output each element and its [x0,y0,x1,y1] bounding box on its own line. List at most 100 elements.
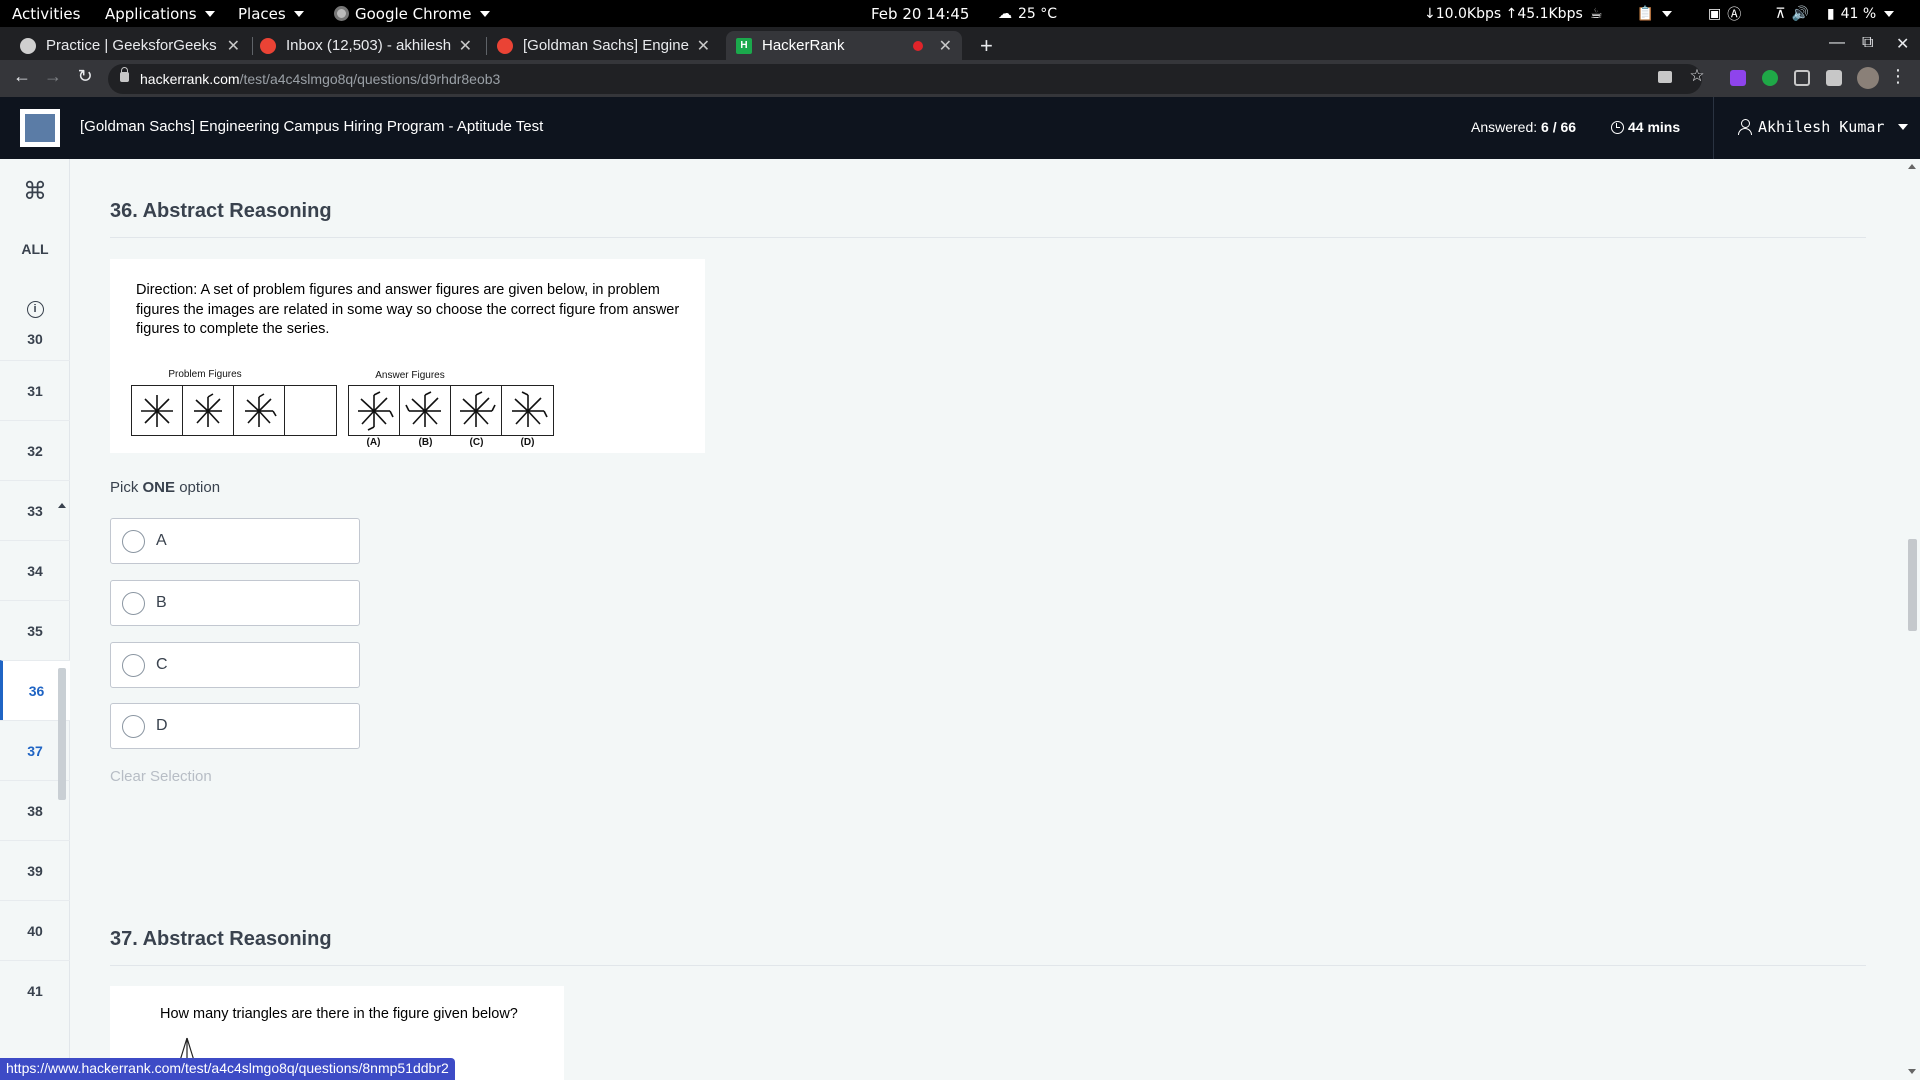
kebab-menu-icon[interactable]: ⋮ [1886,66,1910,87]
question-37-text: How many triangles are there in the figu… [160,1006,518,1022]
sidebar-scrollbar[interactable] [58,668,66,800]
info-icon: i [26,301,44,318]
window-close-icon[interactable]: ✕ [1896,34,1909,54]
forward-icon[interactable]: → [41,66,65,87]
clear-selection-link[interactable]: Clear Selection [110,768,212,785]
problem-figure-1 [132,386,183,435]
extension-purple-icon[interactable] [1730,70,1746,86]
app-name: Google Chrome [355,4,472,23]
sidebar-question-34[interactable]: 34 [0,540,70,600]
close-icon[interactable]: ✕ [227,36,240,56]
puzzle-icon[interactable] [1826,70,1842,86]
weather-indicator[interactable]: ☁ 25 °C [998,0,1057,27]
network-speed-text: ↓10.0Kbps ↑45.1Kbps [1424,5,1583,22]
chevron-down-icon [1884,10,1895,17]
network-icon[interactable]: ⊼ [1775,6,1785,22]
sidebar-question-40[interactable]: 40 [0,900,70,960]
option-label: B [156,594,167,611]
page-scrollbar[interactable] [1900,159,1920,1080]
radio-button[interactable] [122,529,145,553]
sidebar-question-41[interactable]: 41 [0,960,70,1020]
applications-menu[interactable]: Applications [105,0,215,27]
coffee-icon[interactable]: ☕ [1590,6,1603,22]
network-speed: ↓10.0Kbps ↑45.1Kbps [1424,0,1583,27]
chevron-down-icon [1662,10,1672,17]
url-host: hackerrank.com [140,71,240,87]
back-icon[interactable]: ← [10,66,34,87]
answered-value: 6 / 66 [1541,119,1577,135]
option-a[interactable]: A [110,518,360,564]
sidebar-question-30[interactable]: 30 [0,329,70,359]
tab-title: Inbox (12,503) - akhileshd [286,37,451,54]
tab-strip: Practice | GeeksforGeeks | ✕ Inbox (12,5… [0,27,1920,60]
scrollbar-thumb[interactable] [1908,539,1917,631]
question-number: 31 [27,382,43,399]
clock-text: Feb 20 14:45 [871,4,970,23]
profile-avatar[interactable] [1857,67,1879,89]
all-label: ALL [21,241,49,257]
pick-bold: ONE [142,479,176,496]
tab-gmail-inbox[interactable]: Inbox (12,503) - akhileshd ✕ [250,31,482,60]
close-icon[interactable]: ✕ [459,36,472,56]
timer: 44 mins [1611,119,1680,135]
plus-icon: + [980,32,993,58]
tab-hackerrank[interactable]: H HackerRank ✕ [726,31,962,60]
workspace-1-icon[interactable]: ▣ [1708,6,1721,22]
question-panel: 36. Abstract Reasoning Direction: A set … [70,159,1900,1080]
all-questions-button[interactable]: ALL [0,241,70,257]
address-bar[interactable]: hackerrank.com/test/a4c4slmgo8q/question… [108,64,1702,94]
info-button[interactable]: i [0,299,70,318]
pick-suffix: option [175,479,221,496]
app-menu[interactable]: Google Chrome [334,0,490,27]
tab-gmail-goldman[interactable]: [Goldman Sachs] Enginee ✕ [487,31,720,60]
restore-icon[interactable]: ⧉ [1862,34,1873,52]
problem-figure-3 [234,386,285,435]
places-menu[interactable]: Places [238,0,304,27]
link-status-bar: https://www.hackerrank.com/test/a4c4slmg… [0,1058,455,1080]
test-header: [Goldman Sachs] Engineering Campus Hirin… [0,97,1920,159]
sidebar-question-32[interactable]: 32 [0,420,70,480]
activities-button[interactable]: Activities [12,0,80,27]
close-icon[interactable]: ✕ [697,36,710,56]
radio-button[interactable] [122,591,145,615]
sidebar-question-31[interactable]: 31 [0,360,70,420]
sidebar-question-33[interactable]: 33 [0,480,70,540]
geeksforgeeks-favicon-icon [20,37,36,54]
question-sidebar: ⌘ ALL i 30 31 32 33 34 35 36 37 38 39 40… [0,159,70,1080]
clock[interactable]: Feb 20 14:45 [871,0,969,27]
user-menu[interactable]: Akhilesh Kumar [1738,118,1909,136]
extension-glasses-icon[interactable] [1794,70,1810,86]
camera-icon[interactable] [1658,71,1672,83]
battery-icon[interactable]: ▮ [1827,6,1835,22]
question-36-heading: 36. Abstract Reasoning [110,200,332,222]
clipboard-icon[interactable]: 📋 [1637,6,1654,22]
reload-icon[interactable]: ↻ [73,66,97,87]
scroll-up-arrow-icon[interactable] [1908,164,1916,169]
question-direction: Direction: A set of problem figures and … [136,282,680,337]
option-c[interactable]: C [110,642,360,688]
user-icon [1738,119,1752,135]
bookmark-star-icon[interactable]: ☆ [1685,66,1709,86]
keyboard-layout-icon[interactable]: Ⓐ [1727,4,1741,24]
option-d[interactable]: D [110,703,360,749]
question-number: 35 [27,622,43,639]
radio-button[interactable] [122,653,145,677]
sidebar-question-39[interactable]: 39 [0,840,70,900]
volume-icon[interactable]: 🔊 [1791,6,1808,22]
option-b[interactable]: B [110,580,360,626]
lock-icon [120,67,129,82]
answer-figure-c [451,386,502,435]
sidebar-question-35[interactable]: 35 [0,600,70,660]
command-icon[interactable]: ⌘ [0,177,70,206]
tab-geeksforgeeks[interactable]: Practice | GeeksforGeeks | ✕ [10,31,250,60]
scroll-down-arrow-icon[interactable] [1908,1069,1916,1074]
radio-button[interactable] [122,714,145,738]
extension-green-icon[interactable] [1762,70,1778,86]
minimize-icon[interactable]: — [1829,34,1845,52]
close-icon[interactable]: ✕ [939,36,952,56]
question-number: 34 [27,562,43,579]
new-tab-button[interactable]: + [976,31,1006,60]
tray-icons[interactable]: ☕ 📋 ▣ Ⓐ ⊼ 🔊 ▮ 41 % [1590,0,1895,27]
problem-figure-2 [183,386,234,435]
answer-label-d: (D) [520,437,535,448]
